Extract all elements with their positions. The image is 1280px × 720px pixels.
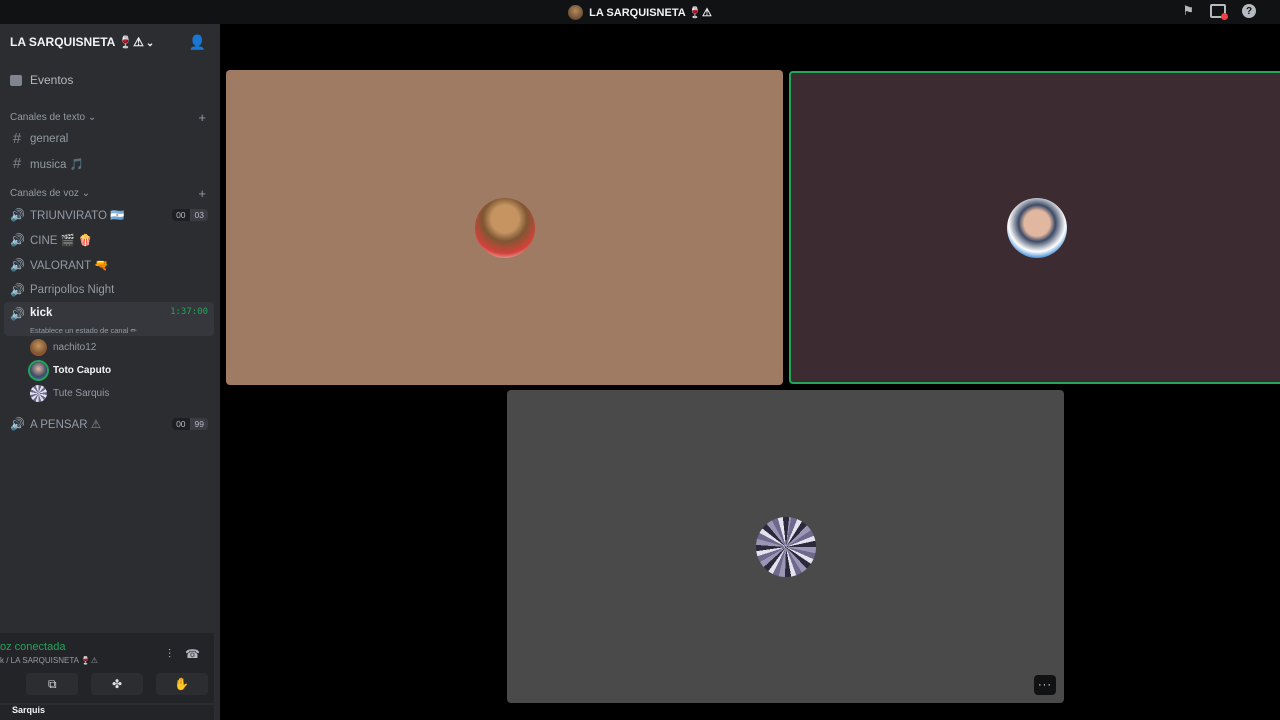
text-category-label: Canales de texto [10,111,86,123]
title-bar: LA SARQUISNETA 🍷⚠ ⚑ ? [0,0,1280,24]
server-title-text: LA SARQUISNETA 🍷⚠ [589,6,712,19]
set-channel-status[interactable]: Establece un estado de canal ✏ [10,326,208,335]
chevron-down-icon: ⌄ [145,38,155,49]
title-actions: ⚑ ? [1182,3,1256,20]
user-limit: 03 [190,208,208,221]
add-text-channel-icon[interactable]: + [198,110,206,125]
channel-label: A PENSAR ⚠ [30,418,102,431]
video-tile-nachito12[interactable] [226,70,783,385]
invite-people-icon[interactable]: 👤 [189,34,206,51]
share-screen-icon[interactable]: ⧉ [26,673,79,695]
voice-channel-cine[interactable]: 🔊 CINE 🎬 🍿 [0,227,220,252]
channel-general[interactable]: # general [0,126,220,151]
voice-channel-valorant[interactable]: 🔊 VALORANT 🔫 [0,252,220,277]
user-area: Sarquis [0,705,214,720]
events-label: Eventos [30,73,74,87]
avatar [30,385,47,402]
voice-user[interactable]: Toto Caputo [0,359,220,382]
user-count: 00 [172,208,191,221]
voice-user[interactable]: nachito12 [0,336,220,359]
voice-category-label: Canales de voz [10,187,79,199]
events-item[interactable]: Eventos [0,68,220,92]
channel-label: CINE 🎬 🍿 [30,234,93,247]
server-name: LA SARQUISNETA 🍷⚠ [10,35,144,49]
user-count: 00 [172,417,191,430]
voice-channel-a-pensar[interactable]: 🔊 A PENSAR ⚠ 00 99 [0,411,220,436]
voice-category[interactable]: Canales de voz ⌄ + [0,184,220,202]
avatar [755,516,816,577]
soundboard-icon[interactable]: ✋ [155,673,208,695]
help-icon[interactable]: ? [1242,4,1256,18]
channel-musica[interactable]: # musica 🎵 [0,151,220,176]
calendar-icon [10,74,22,86]
server-title: LA SARQUISNETA 🍷⚠ [568,4,712,20]
channel-label: general [30,132,69,145]
server-avatar [568,4,584,20]
user-limit: 99 [190,417,208,430]
avatar [30,362,47,379]
avatar [474,197,535,258]
speaker-icon: 🔊 [10,207,25,222]
avatar [30,339,47,356]
voice-user-name: Tute Sarquis [53,388,110,399]
call-duration: 1:37:00 [170,307,208,317]
video-tile-tute-sarquis[interactable]: ··· [507,390,1064,703]
voice-connection-panel: oz conectada k / LA SARQUISNETA 🍷⚠ ⫶ ☎ ⧉… [0,633,214,703]
voice-channel-triunvirato[interactable]: 🔊 TRIUNVIRATO 🇦🇷 00 03 [0,202,220,227]
disconnect-icon[interactable]: ☎ [185,647,200,662]
voice-channel-parripollos[interactable]: 🔊 Parripollos Night [0,277,220,302]
channel-label: Parripollos Night [30,283,115,296]
video-tile-toto-caputo[interactable] [789,71,1280,384]
flag-icon[interactable]: ⚑ [1182,3,1194,19]
user-name-partial: Sarquis [12,705,46,715]
speaker-icon: 🔊 [10,282,25,297]
add-voice-channel-icon[interactable]: + [198,186,206,201]
voice-location: k / LA SARQUISNETA 🍷⚠ [0,656,98,665]
activities-icon[interactable]: ✤ [90,673,143,695]
speaker-icon: 🔊 [10,416,25,431]
voice-channel-kick[interactable]: 🔊 kick 1:37:00 Establece un estado de ca… [4,302,214,336]
channel-label: VALORANT 🔫 [30,259,109,272]
server-header[interactable]: LA SARQUISNETA 🍷⚠ ⌄ 👤 [0,24,220,60]
inbox-icon[interactable] [1210,4,1228,20]
channel-label: TRIUNVIRATO 🇦🇷 [30,209,125,222]
user-limit-badge: 00 99 [172,417,208,430]
voice-user-name: Toto Caputo [53,365,112,376]
speaker-icon: 🔊 [10,232,25,247]
speaker-icon: 🔊 [10,307,25,321]
hash-icon: # [12,130,22,147]
text-category[interactable]: Canales de texto ⌄ + [0,108,220,126]
noise-suppression-icon[interactable]: ⫶ [168,647,171,662]
voice-user[interactable]: Tute Sarquis [0,382,220,405]
channel-label: kick [30,307,53,319]
hash-icon: # [12,155,22,172]
channel-sidebar: LA SARQUISNETA 🍷⚠ ⌄ 👤 Eventos Canales de … [0,24,220,720]
voice-user-name: nachito12 [53,342,97,353]
avatar [1006,197,1067,258]
user-limit-badge: 00 03 [172,208,208,221]
speaker-icon: 🔊 [10,257,25,272]
more-options-button[interactable]: ··· [1034,675,1056,695]
voice-status[interactable]: oz conectada [0,641,98,653]
channel-label: musica 🎵 [30,158,84,171]
